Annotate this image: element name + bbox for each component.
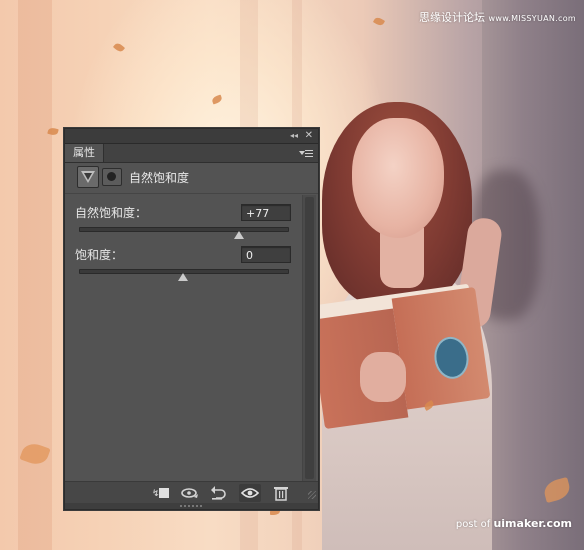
layer-mask-icon[interactable] — [102, 168, 122, 186]
close-icon[interactable]: ✕ — [305, 130, 313, 141]
adjustment-title: 自然饱和度 — [129, 171, 190, 185]
panel-titlebar[interactable]: ◂◂ ✕ — [65, 129, 318, 144]
watermark-site: www.MISSYUAN.com — [488, 14, 576, 23]
delete-trash-icon[interactable] — [270, 484, 292, 502]
collapse-icon[interactable]: ◂◂ — [290, 131, 298, 141]
visibility-eye-icon[interactable] — [239, 484, 261, 502]
reset-icon[interactable] — [208, 484, 230, 502]
saturation-field[interactable]: 0 — [241, 246, 291, 263]
woman-face — [352, 118, 444, 238]
vibrance-label: 自然饱和度： — [75, 206, 148, 220]
panel-menu-icon[interactable] — [299, 148, 313, 158]
panel-scrollbar[interactable] — [302, 195, 316, 481]
clip-to-layer-icon[interactable]: ↯ — [151, 484, 173, 502]
properties-content: 自然饱和度： +77 饱和度： 0 — [65, 195, 301, 481]
vibrance-slider-thumb[interactable] — [234, 231, 245, 239]
watermark-prefix: post of — [455, 519, 491, 530]
vibrance-adjustment-icon[interactable] — [77, 166, 99, 188]
view-previous-state-icon[interactable] — [179, 484, 201, 502]
watermark-bottom: post of uimaker.com — [456, 517, 572, 530]
woman-hand — [360, 352, 406, 402]
vibrance-slider-track[interactable] — [79, 227, 289, 232]
panel-tab-row: 属性 — [65, 144, 318, 163]
falling-leaf — [372, 15, 386, 28]
background-tree — [18, 0, 52, 550]
watermark-cn: 思缘设计论坛 — [419, 11, 486, 24]
scrollbar-thumb[interactable] — [305, 197, 314, 479]
properties-panel: ◂◂ ✕ 属性 自然饱和度 自然饱和度： +77 饱和度： 0 ↯ — [64, 128, 319, 510]
saturation-label: 饱和度： — [75, 248, 124, 262]
panel-grip[interactable] — [65, 503, 318, 509]
watermark-top: 思缘设计论坛 www.MISSYUAN.com — [419, 9, 576, 25]
resize-handle-icon[interactable] — [308, 491, 316, 499]
watermark-site-bottom: uimaker.com — [493, 517, 572, 530]
saturation-slider-thumb[interactable] — [178, 273, 188, 281]
vibrance-field[interactable]: +77 — [241, 204, 291, 221]
grip-dots — [180, 505, 202, 507]
tab-properties[interactable]: 属性 — [65, 144, 104, 162]
panel-bottom-bar: ↯ — [65, 481, 318, 504]
